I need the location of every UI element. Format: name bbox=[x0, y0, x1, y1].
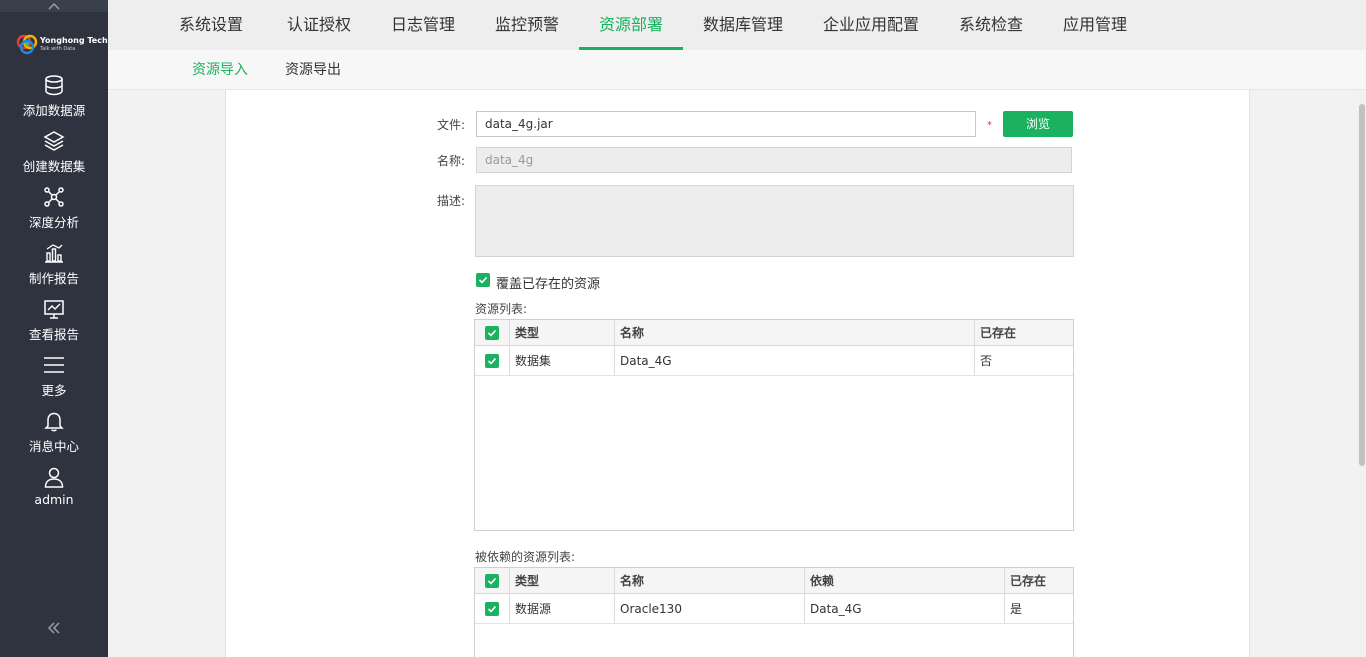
cell-name: Data_4G bbox=[615, 346, 975, 375]
sidebar-item-label: 创建数据集 bbox=[22, 159, 86, 174]
sidebar-item-label: admin bbox=[34, 492, 74, 507]
row-checkbox[interactable] bbox=[485, 601, 499, 616]
dependency-list-title: 被依赖的资源列表: bbox=[475, 550, 576, 564]
page-scrollbar[interactable] bbox=[1358, 90, 1366, 657]
cell-exists: 否 bbox=[980, 354, 993, 368]
bar-chart-icon bbox=[43, 242, 65, 264]
tab-system-settings[interactable]: 系统设置 bbox=[163, 0, 259, 50]
select-all-checkbox[interactable] bbox=[485, 573, 499, 588]
sidebar-scroll-up-button[interactable] bbox=[0, 0, 108, 12]
check-icon bbox=[487, 577, 497, 585]
table-header-row: 类型 名称 已存在 bbox=[475, 320, 1073, 346]
brand-tagline: Talk with Data bbox=[40, 45, 76, 52]
column-header-type[interactable]: 类型 bbox=[510, 568, 615, 593]
tab-system-check[interactable]: 系统检查 bbox=[939, 0, 1043, 50]
check-icon bbox=[487, 329, 497, 337]
sidebar: Yonghong Tech Talk with Data 添加数据源 创建数据集… bbox=[0, 0, 108, 657]
sub-navigation: 资源导入 资源导出 bbox=[108, 50, 1366, 90]
column-header-name[interactable]: 名称 bbox=[615, 568, 805, 593]
check-icon bbox=[478, 276, 488, 284]
sidebar-item-create-dataset[interactable]: 创建数据集 bbox=[0, 128, 108, 184]
overwrite-checkbox[interactable] bbox=[476, 273, 490, 287]
layers-icon bbox=[43, 130, 65, 152]
bell-icon bbox=[43, 410, 65, 432]
tab-app-management[interactable]: 应用管理 bbox=[1043, 0, 1147, 50]
sidebar-item-label: 更多 bbox=[41, 383, 67, 398]
brand-name: Yonghong Tech bbox=[40, 35, 108, 45]
table-row[interactable]: 数据源 Oracle130 Data_4G 是 bbox=[475, 594, 1073, 624]
check-icon bbox=[487, 357, 497, 365]
table-row[interactable]: 数据集 Data_4G 否 bbox=[475, 346, 1073, 376]
sidebar-item-deep-analysis[interactable]: 深度分析 bbox=[0, 184, 108, 240]
logo-icon bbox=[16, 33, 38, 55]
check-icon bbox=[487, 605, 497, 613]
cell-type: 数据源 bbox=[510, 594, 615, 623]
name-label: 名称: bbox=[437, 154, 466, 168]
dependency-list-table: 类型 名称 依赖 已存在 数据源 Oracle130 Data_4G 是 bbox=[474, 567, 1074, 657]
select-all-cell[interactable] bbox=[475, 320, 510, 345]
column-header-name[interactable]: 名称 bbox=[615, 320, 975, 345]
sidebar-item-label: 查看报告 bbox=[28, 327, 79, 342]
top-navigation: 系统设置 认证授权 日志管理 监控预警 资源部署 数据库管理 企业应用配置 系统… bbox=[108, 0, 1366, 50]
resource-list-table: 类型 名称 已存在 数据集 Data_4G 否 bbox=[474, 319, 1074, 531]
sidebar-item-label: 消息中心 bbox=[28, 439, 79, 454]
cell-type: 数据集 bbox=[510, 346, 615, 375]
select-all-cell[interactable] bbox=[475, 568, 510, 593]
subtab-resource-export[interactable]: 资源导出 bbox=[285, 50, 341, 90]
sidebar-item-make-report[interactable]: 制作报告 bbox=[0, 240, 108, 296]
scrollbar-thumb[interactable] bbox=[1359, 104, 1365, 466]
tab-monitoring[interactable]: 监控预警 bbox=[475, 0, 579, 50]
sidebar-item-label: 添加数据源 bbox=[22, 103, 86, 118]
required-mark: * bbox=[987, 120, 992, 131]
overwrite-label: 覆盖已存在的资源 bbox=[496, 277, 601, 292]
name-input[interactable]: data_4g bbox=[476, 147, 1072, 173]
sidebar-item-more[interactable]: 更多 bbox=[0, 352, 108, 408]
sidebar-item-user[interactable]: admin bbox=[0, 464, 108, 520]
column-header-depends[interactable]: 依赖 bbox=[805, 568, 1005, 593]
cell-depends: Data_4G bbox=[805, 594, 1005, 623]
column-header-exists[interactable]: 已存在 bbox=[975, 320, 1073, 345]
table-header-row: 类型 名称 依赖 已存在 bbox=[475, 568, 1073, 594]
chevron-up-icon bbox=[48, 2, 60, 10]
sidebar-item-add-datasource[interactable]: 添加数据源 bbox=[0, 72, 108, 128]
column-header-exists[interactable]: 已存在 bbox=[1005, 568, 1073, 593]
description-textarea[interactable] bbox=[475, 185, 1074, 257]
description-label: 描述: bbox=[437, 194, 466, 208]
double-chevron-left-icon bbox=[47, 622, 60, 634]
tab-resource-deploy[interactable]: 资源部署 bbox=[579, 0, 683, 50]
row-checkbox-cell[interactable] bbox=[475, 346, 510, 375]
cell-exists: 是 bbox=[1010, 602, 1023, 616]
menu-icon bbox=[43, 354, 65, 376]
sidebar-item-label: 深度分析 bbox=[28, 215, 79, 230]
brand-logo[interactable]: Yonghong Tech Talk with Data bbox=[16, 24, 108, 64]
network-icon bbox=[43, 186, 65, 208]
tab-database-management[interactable]: 数据库管理 bbox=[683, 0, 803, 50]
resource-list-title: 资源列表: bbox=[475, 302, 528, 316]
cell-name: Oracle130 bbox=[615, 594, 805, 623]
sidebar-item-message-center[interactable]: 消息中心 bbox=[0, 408, 108, 464]
tab-log-management[interactable]: 日志管理 bbox=[371, 0, 475, 50]
tab-auth[interactable]: 认证授权 bbox=[267, 0, 371, 50]
database-icon bbox=[43, 74, 65, 96]
tab-enterprise-app-config[interactable]: 企业应用配置 bbox=[803, 0, 939, 50]
file-label: 文件: bbox=[437, 118, 466, 132]
row-checkbox-cell[interactable] bbox=[475, 594, 510, 623]
monitor-chart-icon bbox=[43, 298, 65, 320]
sidebar-item-label: 制作报告 bbox=[28, 271, 79, 286]
subtab-resource-import[interactable]: 资源导入 bbox=[192, 50, 248, 90]
row-checkbox[interactable] bbox=[485, 353, 499, 368]
user-icon bbox=[43, 466, 65, 488]
sidebar-collapse-button[interactable] bbox=[44, 618, 64, 638]
column-header-type[interactable]: 类型 bbox=[510, 320, 615, 345]
select-all-checkbox[interactable] bbox=[485, 325, 499, 340]
file-input[interactable]: data_4g.jar bbox=[476, 111, 976, 137]
sidebar-item-view-report[interactable]: 查看报告 bbox=[0, 296, 108, 352]
browse-button[interactable]: 浏览 bbox=[1003, 111, 1073, 137]
